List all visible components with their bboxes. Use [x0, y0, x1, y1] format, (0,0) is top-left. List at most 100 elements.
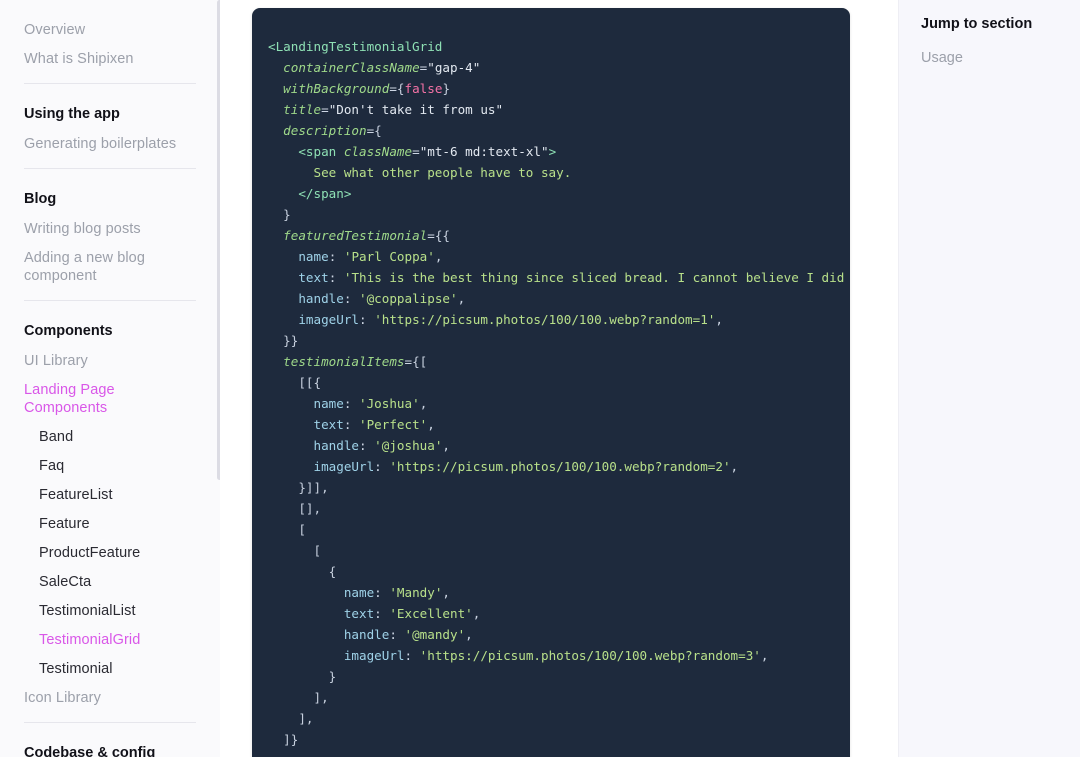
- code-token: 'Perfect': [359, 417, 428, 432]
- code-token: <LandingTestimonialGrid: [268, 39, 443, 54]
- code-line: name: 'Parl Coppa',: [268, 246, 850, 267]
- jump-link-usage[interactable]: Usage: [921, 46, 1060, 70]
- code-line: imageUrl: 'https://picsum.photos/100/100…: [268, 645, 850, 666]
- sidebar-item-band[interactable]: Band: [24, 423, 196, 452]
- jump-to-section-title: Jump to section: [921, 16, 1033, 32]
- code-line: {: [268, 561, 850, 582]
- code-token: 'Parl Coppa': [343, 249, 435, 264]
- code-line: [[{: [268, 372, 850, 393]
- sidebar-divider: [24, 168, 196, 169]
- code-token: imageUrl: [313, 459, 375, 474]
- code-block[interactable]: <LandingTestimonialGrid containerClassNa…: [252, 8, 850, 757]
- sidebar-item-testimoniallist[interactable]: TestimonialList: [24, 597, 196, 626]
- code-token: ]}: [268, 732, 299, 747]
- code-token: :: [374, 606, 390, 621]
- code-line: text: 'Perfect',: [268, 414, 850, 435]
- code-token: [: [268, 522, 306, 537]
- sidebar-item-icon-library[interactable]: Icon Library: [24, 684, 196, 713]
- code-token: :: [374, 585, 390, 600]
- code-token: "mt-6 md:text-xl": [419, 144, 549, 159]
- sidebar-item-testimonialgrid[interactable]: TestimonialGrid: [24, 626, 196, 655]
- code-token: ,: [730, 459, 739, 474]
- code-token: :: [328, 270, 344, 285]
- sidebar-item-overview[interactable]: Overview: [24, 16, 196, 45]
- sidebar-item-productfeature[interactable]: ProductFeature: [24, 539, 196, 568]
- sidebar-item-what-is-shipixen[interactable]: What is Shipixen: [24, 45, 196, 74]
- code-token: :: [328, 249, 344, 264]
- code-token: [],: [268, 501, 322, 516]
- sidebar-item-writing-blog-posts[interactable]: Writing blog posts: [24, 215, 196, 244]
- code-token: ,: [419, 396, 428, 411]
- code-token: {{: [434, 228, 450, 243]
- sidebar-group-heading: Components: [24, 323, 113, 339]
- sidebar-item-adding-a-new-blog-component[interactable]: Adding a new blog component: [24, 244, 196, 291]
- code-line: handle: '@mandy',: [268, 624, 850, 645]
- sidebar-item-salecta[interactable]: SaleCta: [24, 568, 196, 597]
- code-token: text: [298, 270, 329, 285]
- code-line: }}: [268, 330, 850, 351]
- jump-to-section-panel: Jump to section Usage: [898, 0, 1080, 757]
- code-token: [: [268, 543, 322, 558]
- code-token: }: [268, 207, 291, 222]
- sidebar-item-faq[interactable]: Faq: [24, 452, 196, 481]
- sidebar: Overview What is Shipixen Using the app Gen…: [0, 0, 220, 757]
- jump-to-section-links: Usage: [921, 46, 1060, 70]
- code-token: 'https://picsum.photos/100/100.webp?rand…: [374, 312, 716, 327]
- sidebar-divider: [24, 83, 196, 84]
- sidebar-item-ui-library[interactable]: UI Library: [24, 347, 196, 376]
- code-token: withBackground: [283, 81, 390, 96]
- code-token: title: [283, 102, 322, 117]
- code-line: [],: [268, 498, 850, 519]
- main-content: <LandingTestimonialGrid containerClassNa…: [220, 0, 898, 757]
- code-token: 'Excellent': [389, 606, 473, 621]
- code-token: ],: [268, 711, 314, 726]
- code-token: false: [404, 81, 443, 96]
- code-line: containerClassName="gap-4": [268, 57, 850, 78]
- code-token: {: [396, 81, 405, 96]
- code-line: text: 'This is the best thing since slic…: [268, 267, 850, 288]
- sidebar-item-generating-boilerplates[interactable]: Generating boilerplates: [24, 130, 196, 159]
- code-token: {: [374, 123, 382, 138]
- code-token: name: [298, 249, 329, 264]
- sidebar-item-featurelist[interactable]: FeatureList: [24, 481, 196, 510]
- code-token: className: [343, 144, 413, 159]
- code-line: handle: '@coppalipse',: [268, 288, 850, 309]
- sidebar-item-feature[interactable]: Feature: [24, 510, 196, 539]
- sidebar-item-testimonial[interactable]: Testimonial: [24, 655, 196, 684]
- code-token: =: [404, 354, 413, 369]
- sidebar-divider: [24, 722, 196, 723]
- code-token: ,: [715, 312, 723, 327]
- code-line: ]}: [268, 729, 850, 750]
- code-token: ,: [442, 585, 451, 600]
- code-line: ],: [268, 687, 850, 708]
- sidebar-item-landing-page-components[interactable]: Landing Page Components: [24, 376, 196, 423]
- code-token: handle: [313, 438, 360, 453]
- code-token: :: [343, 396, 360, 411]
- code-token: =: [321, 102, 329, 117]
- code-token: description: [283, 123, 367, 138]
- code-token: }}: [268, 333, 299, 348]
- code-token: testimonialItems: [283, 354, 405, 369]
- code-token: :: [404, 648, 420, 663]
- code-token: text: [343, 606, 375, 621]
- code-token: >: [548, 144, 557, 159]
- code-line: testimonialItems={[: [268, 351, 850, 372]
- code-token: :: [343, 417, 360, 432]
- code-token: imageUrl: [298, 312, 360, 327]
- code-token: '@mandy': [404, 627, 466, 642]
- docs-page: Overview What is Shipixen Using the app Gen…: [0, 0, 1080, 757]
- code-token: containerClassName: [283, 60, 420, 75]
- code-line: name: 'Joshua',: [268, 393, 850, 414]
- code-line: </span>: [268, 183, 850, 204]
- code-line: }: [268, 666, 850, 687]
- code-token: imageUrl: [343, 648, 405, 663]
